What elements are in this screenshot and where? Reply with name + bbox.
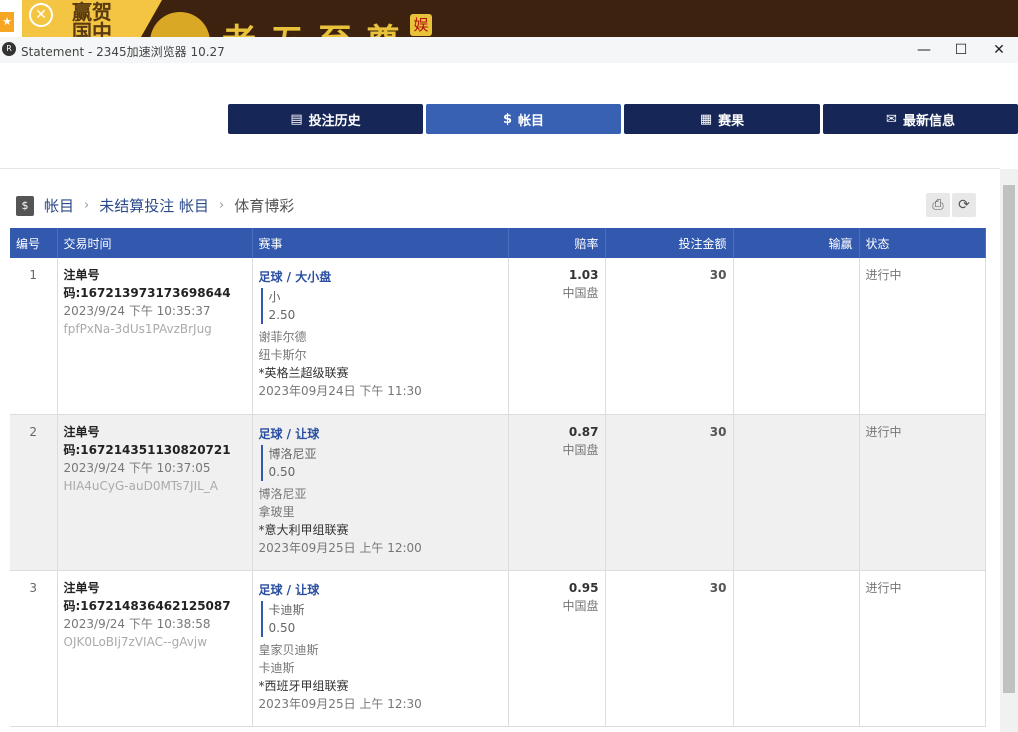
away-team: 纽卡斯尔 xyxy=(258,348,307,362)
match-time: 2023年09月24日 下午 11:30 xyxy=(258,384,422,398)
col-event: 赛事 xyxy=(252,228,509,258)
breadcrumb-statement[interactable]: 帐目 xyxy=(44,195,74,216)
home-team: 皇家贝迪斯 xyxy=(258,642,319,657)
table-row: 2 注单号码:167214351130820721 2023/9/24 下午 10… xyxy=(10,414,986,571)
breadcrumb-unsettled[interactable]: 未结算投注 帐目 xyxy=(99,195,209,216)
ad-text: 赢贺国中 xyxy=(72,0,112,37)
match-time: 2023年09月25日 上午 12:00 xyxy=(258,540,422,555)
scrollbar-thumb[interactable] xyxy=(1003,185,1015,693)
col-stake: 投注金额 xyxy=(605,228,734,258)
table-row: 3 注单号码:167214836462125087 2023/9/24 下午 10… xyxy=(10,570,986,727)
col-status: 状态 xyxy=(859,228,986,258)
transaction-time: 2023/9/24 下午 10:38:58 xyxy=(63,616,211,631)
row-number: 2 xyxy=(10,414,58,571)
nav-news[interactable]: ✉ 最新信息 xyxy=(823,104,1018,134)
mail-icon: ✉ xyxy=(886,111,897,127)
print-button[interactable]: ⎙ xyxy=(926,193,950,217)
order-number: 注单号码:167213973173698644 xyxy=(63,268,231,300)
scoreboard-icon: ▦ xyxy=(699,111,713,127)
statement-icon: $ xyxy=(16,195,34,216)
breadcrumb-sports: 体育博彩 xyxy=(234,197,295,215)
close-ad-icon[interactable]: ✕ xyxy=(29,3,53,27)
bet-line: 0.50 xyxy=(268,464,296,479)
bet-line: 0.50 xyxy=(268,620,296,635)
status: 进行中 xyxy=(859,414,986,571)
dollar-doc-icon: $ xyxy=(502,111,513,127)
league: *英格兰超级联赛 xyxy=(258,366,349,380)
divider xyxy=(0,168,1000,169)
transaction-time: 2023/9/24 下午 10:37:05 xyxy=(63,460,211,475)
star-icon: ★ xyxy=(0,12,14,32)
bet-pick: 博洛尼亚 xyxy=(268,446,317,461)
window-title: Statement - 2345加速浏览器 10.27 xyxy=(21,45,225,59)
ad-headline: 老五至尊 xyxy=(222,14,414,37)
winloss xyxy=(733,258,860,415)
chevron-right-icon: › xyxy=(219,198,225,213)
table-row: 1 注单号码:167213973173698644 2023/9/24 下午 10… xyxy=(10,258,986,415)
event-type: 足球 / 让球 xyxy=(258,426,320,441)
away-team: 拿玻里 xyxy=(258,504,295,519)
bet-code: HIA4uCyG-auD0MTs7JIL_A xyxy=(63,478,219,493)
ad-banner[interactable]: ★ ✕ 赢贺国中 老五至尊 娱 xyxy=(0,0,1018,37)
bet-code: OJK0LoBIj7zVIAC--gAvjw xyxy=(63,634,208,649)
match-time: 2023年09月25日 上午 12:30 xyxy=(258,696,422,711)
home-team: 博洛尼亚 xyxy=(258,486,307,501)
status: 进行中 xyxy=(859,258,986,415)
league: *西班牙甲组联赛 xyxy=(258,678,349,693)
ad-badge: 娱 xyxy=(410,14,432,36)
nav-statement[interactable]: $ 帐目 xyxy=(426,104,621,134)
transaction-time: 2023/9/24 下午 10:35:37 xyxy=(63,304,211,318)
status: 进行中 xyxy=(859,570,986,727)
bet-line: 2.50 xyxy=(268,308,296,322)
col-odds: 赔率 xyxy=(508,228,606,258)
window-titlebar: R Statement - 2345加速浏览器 10.27 — ☐ ✕ xyxy=(0,37,1018,63)
nav-bet-history[interactable]: ▤ 投注历史 xyxy=(228,104,423,134)
nav-results[interactable]: ▦ 赛果 xyxy=(624,104,820,134)
breadcrumb: $ 帐目 › 未结算投注 帐目 › 体育博彩 xyxy=(16,195,294,216)
col-no: 编号 xyxy=(10,228,58,258)
winloss xyxy=(733,570,860,727)
minimize-button[interactable]: — xyxy=(914,41,934,59)
home-team: 谢菲尔德 xyxy=(258,330,307,344)
order-number: 注单号码:167214836462125087 xyxy=(63,580,231,613)
clipboard-icon: ▤ xyxy=(290,111,303,127)
app-logo-icon: R xyxy=(2,42,16,56)
refresh-icon: ⟳ xyxy=(958,197,970,213)
away-team: 卡迪斯 xyxy=(258,660,295,675)
odds: 0.95 xyxy=(568,580,599,595)
bet-code: fpfPxNa-3dUs1PAvzBrJug xyxy=(63,322,212,336)
odds-type: 中国盘 xyxy=(562,442,599,457)
bet-pick: 小 xyxy=(268,290,281,304)
odds-type: 中国盘 xyxy=(562,286,599,300)
printer-icon: ⎙ xyxy=(932,197,944,213)
refresh-button[interactable]: ⟳ xyxy=(952,193,976,217)
stake: 30 xyxy=(605,570,734,727)
league: *意大利甲组联赛 xyxy=(258,522,349,537)
col-time: 交易时间 xyxy=(57,228,253,258)
chevron-right-icon: › xyxy=(84,198,90,213)
scrollbar[interactable] xyxy=(1000,169,1018,732)
odds: 0.87 xyxy=(568,424,599,439)
event-type: 足球 / 让球 xyxy=(258,582,320,597)
odds-type: 中国盘 xyxy=(562,598,599,613)
stake: 30 xyxy=(605,414,734,571)
col-winloss: 输赢 xyxy=(733,228,860,258)
event-type: 足球 / 大小盘 xyxy=(258,270,332,284)
stake: 30 xyxy=(605,258,734,415)
order-number: 注单号码:167214351130820721 xyxy=(63,424,231,457)
coin-icon xyxy=(150,12,210,37)
odds: 1.03 xyxy=(568,268,599,282)
row-number: 3 xyxy=(10,570,58,727)
bet-pick: 卡迪斯 xyxy=(268,602,305,617)
statement-table: 编号 交易时间 赛事 赔率 投注金额 输赢 状态 1 注单号码:16721397… xyxy=(10,228,986,727)
winloss xyxy=(733,414,860,571)
row-number: 1 xyxy=(10,258,58,415)
close-window-button[interactable]: ✕ xyxy=(989,41,1009,59)
maximize-button[interactable]: ☐ xyxy=(951,41,971,59)
